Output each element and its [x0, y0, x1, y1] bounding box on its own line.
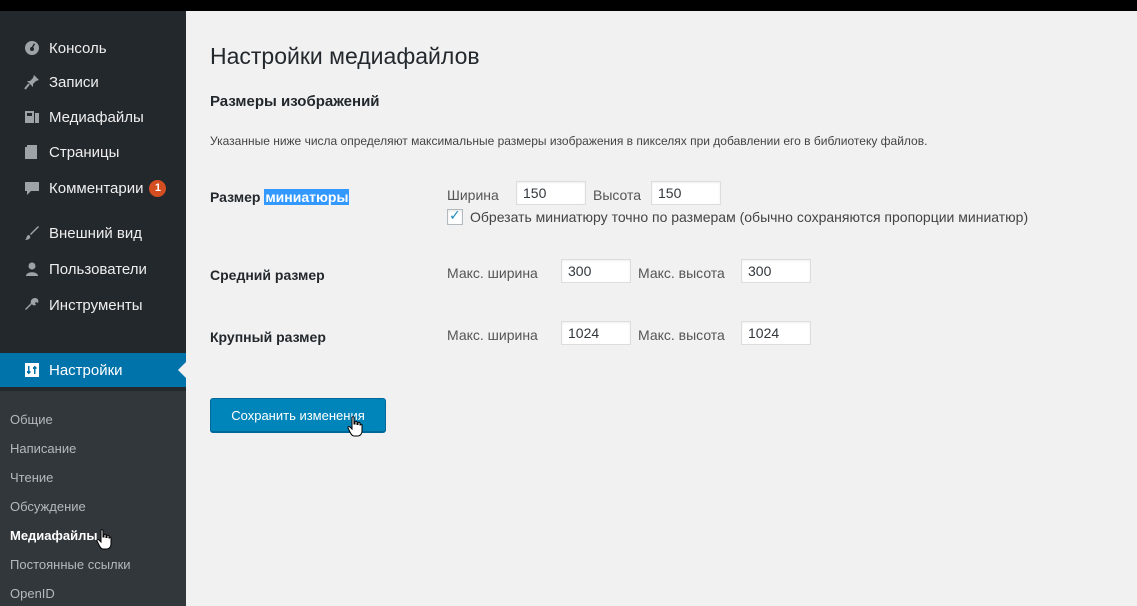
- thumbnail-label-prefix: Размер: [210, 189, 265, 205]
- crop-option: ✓ Обрезать миниатюру точно по размерам (…: [447, 207, 1029, 225]
- menu-label: Настройки: [49, 361, 123, 379]
- menu-label: Консоль: [49, 39, 107, 57]
- submenu-item-reading[interactable]: Чтение: [10, 470, 53, 485]
- large-height-input[interactable]: [741, 321, 811, 345]
- tools-icon: [24, 297, 40, 313]
- appearance-icon: [24, 225, 40, 241]
- menu-item-comments[interactable]: Комментарии 1: [0, 171, 186, 205]
- menu-item-dashboard[interactable]: Консоль: [0, 31, 186, 65]
- main-content: Настройки медиафайлов Размеры изображени…: [210, 11, 1137, 606]
- comment-count-badge: 1: [149, 179, 167, 197]
- large-size-label: Крупный размер: [210, 329, 326, 345]
- crop-checkbox[interactable]: ✓: [447, 207, 463, 225]
- crop-label: Обрезать миниатюру точно по размерам (об…: [470, 209, 1029, 225]
- thumbnail-height-label: Высота: [593, 187, 642, 203]
- page-title: Настройки медиафайлов: [210, 43, 480, 69]
- thumbnail-label-highlight: миниатюры: [264, 189, 350, 205]
- section-title: Размеры изображений: [210, 93, 380, 110]
- menu-item-pages[interactable]: Страницы: [0, 135, 186, 169]
- menu-label: Комментарии: [49, 179, 144, 197]
- media-icon: [24, 109, 40, 125]
- menu-label: Страницы: [49, 143, 120, 161]
- thumbnail-width-label: Ширина: [447, 187, 499, 203]
- menu-item-users[interactable]: Пользователи: [0, 252, 186, 286]
- settings-submenu: Общие Написание Чтение Обсуждение Медиаф…: [0, 391, 186, 606]
- comment-icon: [24, 180, 40, 196]
- medium-width-input[interactable]: [561, 259, 631, 283]
- submenu-item-general[interactable]: Общие: [10, 412, 53, 427]
- admin-sidebar: Консоль Записи Медиафайлы Страницы Комме…: [0, 11, 186, 606]
- wp-admin-window: Консоль Записи Медиафайлы Страницы Комме…: [0, 11, 1137, 606]
- active-arrow: [178, 362, 186, 378]
- submenu-item-permalinks[interactable]: Постоянные ссылки: [10, 557, 131, 572]
- submenu-item-media[interactable]: Медиафайлы: [10, 528, 98, 543]
- hand-cursor-icon: [96, 529, 112, 550]
- large-width-label: Макс. ширина: [447, 327, 538, 343]
- menu-item-settings[interactable]: Настройки: [0, 353, 186, 387]
- page-icon: [24, 144, 40, 160]
- pin-icon: [24, 74, 40, 90]
- dashboard-icon: [24, 40, 40, 56]
- menu-item-tools[interactable]: Инструменты: [0, 288, 186, 322]
- thumbnail-size-label: Размер миниатюры: [210, 189, 350, 205]
- submenu-item-openid[interactable]: OpenID: [10, 586, 55, 601]
- medium-height-input[interactable]: [741, 259, 811, 283]
- medium-size-label: Средний размер: [210, 267, 325, 283]
- users-icon: [24, 261, 40, 277]
- menu-label: Записи: [49, 73, 99, 91]
- large-height-label: Макс. высота: [638, 327, 725, 343]
- menu-label: Медиафайлы: [49, 108, 144, 126]
- thumbnail-height-input[interactable]: [651, 181, 721, 205]
- checkmark-icon: ✓: [449, 207, 461, 223]
- menu-item-posts[interactable]: Записи: [0, 65, 186, 99]
- menu-label: Внешний вид: [49, 224, 142, 242]
- medium-height-label: Макс. высота: [638, 265, 725, 281]
- thumbnail-width-input[interactable]: [516, 181, 586, 205]
- settings-icon: [24, 362, 40, 378]
- menu-label: Пользователи: [49, 260, 147, 278]
- hand-cursor-icon: [347, 416, 363, 437]
- menu-item-media[interactable]: Медиафайлы: [0, 100, 186, 134]
- submenu-item-discussion[interactable]: Обсуждение: [10, 499, 86, 514]
- large-width-input[interactable]: [561, 321, 631, 345]
- menu-item-appearance[interactable]: Внешний вид: [0, 216, 186, 250]
- medium-width-label: Макс. ширина: [447, 265, 538, 281]
- menu-label: Инструменты: [49, 296, 143, 314]
- submenu-item-writing[interactable]: Написание: [10, 441, 76, 456]
- section-description: Указанные ниже числа определяют максимал…: [210, 134, 928, 148]
